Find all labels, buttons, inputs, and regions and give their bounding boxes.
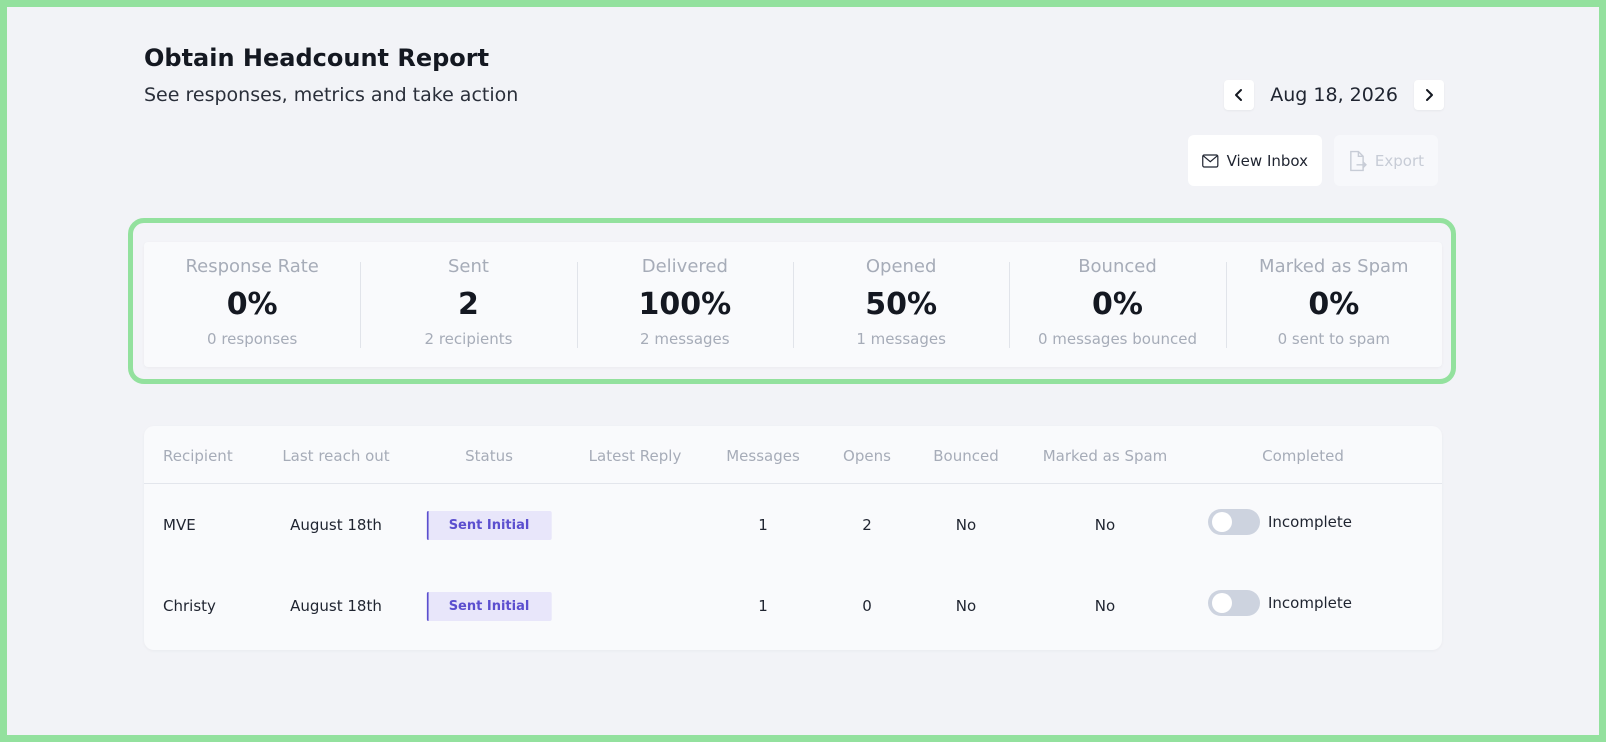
previous-date-button[interactable] — [1224, 80, 1255, 110]
cell-recipient: Christy — [163, 597, 216, 615]
metric-value: 0% — [1308, 287, 1360, 322]
page-title: Obtain Headcount Report — [144, 44, 490, 72]
cell-recipient: MVE — [163, 516, 196, 534]
next-date-button[interactable] — [1414, 80, 1444, 110]
mail-icon — [1202, 153, 1219, 168]
metrics-panel: Response Rate 0% 0 responses Sent 2 2 re… — [144, 242, 1442, 367]
view-inbox-label: View Inbox — [1226, 151, 1308, 170]
metric-subtext: 2 messages — [640, 330, 730, 348]
cell-opens: 2 — [862, 516, 872, 534]
toggle-knob — [1212, 512, 1232, 532]
metric-value: 100% — [638, 287, 732, 322]
metric-response-rate: Response Rate 0% 0 responses — [144, 242, 360, 367]
header-marked-as-spam[interactable]: Marked as Spam — [1043, 447, 1168, 465]
cell-status: Sent Initial — [426, 566, 552, 646]
status-badge: Sent Initial — [426, 510, 552, 540]
header-bounced[interactable]: Bounced — [933, 447, 998, 465]
cell-last-reach-out: August 18th — [290, 597, 382, 615]
metric-subtext: 0 sent to spam — [1277, 330, 1391, 348]
metric-sent: Sent 2 2 recipients — [360, 242, 576, 367]
metric-subtext: 0 messages bounced — [1037, 330, 1197, 348]
metric-label: Bounced — [1078, 256, 1157, 277]
completed-toggle[interactable] — [1208, 590, 1260, 616]
recipients-table: Recipient Last reach out Status Latest R… — [144, 426, 1442, 650]
header-opens[interactable]: Opens — [843, 447, 891, 465]
completed-toggle-group: Incomplete — [1208, 509, 1352, 535]
metric-delivered: Delivered 100% 2 messages — [576, 242, 793, 367]
cell-bounced: No — [955, 597, 977, 615]
metric-label: Opened — [865, 256, 937, 277]
cell-marked-as-spam: No — [1094, 597, 1116, 615]
chevron-right-icon — [1426, 89, 1433, 101]
metrics-highlight: Response Rate 0% 0 responses Sent 2 2 re… — [128, 218, 1456, 384]
cell-opens: 0 — [862, 597, 872, 615]
cell-completed: Incomplete — [1208, 563, 1352, 643]
cell-status: Sent Initial — [426, 485, 552, 565]
cell-messages: 1 — [758, 597, 768, 615]
toggle-knob — [1212, 593, 1232, 613]
metric-bounced: Bounced 0% 0 messages bounced — [1009, 242, 1225, 367]
export-label: Export — [1374, 151, 1424, 170]
table-row[interactable]: MVE August 18th Sent Initial 1 2 No No I… — [144, 485, 1442, 565]
metric-label: Marked as Spam — [1259, 256, 1409, 277]
export-button[interactable]: Export — [1334, 135, 1438, 186]
metric-label: Response Rate — [185, 256, 319, 277]
file-export-icon — [1350, 150, 1367, 171]
table-header: Recipient Last reach out Status Latest R… — [144, 426, 1442, 484]
metric-value: 0% — [1092, 287, 1143, 322]
header-messages[interactable]: Messages — [726, 447, 800, 465]
completed-toggle-group: Incomplete — [1208, 590, 1352, 616]
completed-label: Incomplete — [1268, 594, 1352, 612]
chevron-left-icon — [1235, 89, 1243, 101]
metric-value: 0% — [226, 287, 278, 322]
header-completed[interactable]: Completed — [1262, 447, 1344, 465]
metric-opened: Opened 50% 1 messages — [792, 242, 1009, 367]
header-recipient[interactable]: Recipient — [163, 447, 233, 465]
completed-label: Incomplete — [1268, 513, 1352, 531]
header-latest-reply[interactable]: Latest Reply — [589, 447, 682, 465]
metric-value: 50% — [865, 287, 938, 322]
page-subtitle: See responses, metrics and take action — [144, 84, 519, 106]
metric-subtext: 0 responses — [207, 330, 298, 348]
metric-marked-as-spam: Marked as Spam 0% 0 sent to spam — [1225, 242, 1442, 367]
metric-subtext: 2 recipients — [424, 330, 513, 348]
table-row[interactable]: Christy August 18th Sent Initial 1 0 No … — [144, 566, 1442, 646]
header-status[interactable]: Status — [465, 447, 513, 465]
metric-label: Sent — [448, 256, 489, 277]
header-last-reach-out[interactable]: Last reach out — [282, 447, 389, 465]
metric-subtext: 1 messages — [856, 330, 946, 348]
cell-last-reach-out: August 18th — [290, 516, 382, 534]
status-badge: Sent Initial — [426, 591, 552, 621]
current-date: Aug 18, 2026 — [1270, 84, 1398, 106]
cell-bounced: No — [955, 516, 977, 534]
view-inbox-button[interactable]: View Inbox — [1188, 135, 1322, 186]
metric-value: 2 — [458, 287, 479, 322]
completed-toggle[interactable] — [1208, 509, 1260, 535]
metric-label: Delivered — [641, 256, 728, 277]
action-bar: View Inbox Export — [1188, 135, 1438, 186]
cell-completed: Incomplete — [1208, 482, 1352, 562]
cell-marked-as-spam: No — [1094, 516, 1116, 534]
date-navigator: Aug 18, 2026 — [1224, 80, 1444, 110]
cell-messages: 1 — [758, 516, 768, 534]
